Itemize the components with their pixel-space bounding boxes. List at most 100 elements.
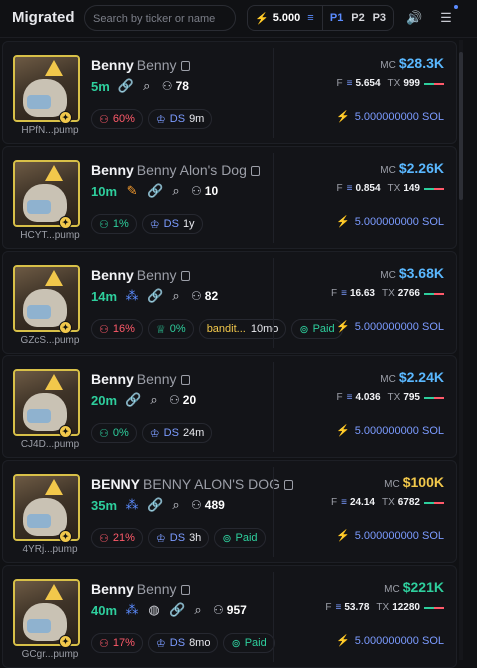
dev-sold-chip[interactable]: ♔ DS 9m bbox=[147, 109, 213, 129]
token-meta-row: 20m 🔗 ⌕ ⚇ 20 bbox=[91, 392, 196, 408]
token-card[interactable]: ✦ GCgr...pump Benny Benny 40m ⁂ ◍ 🔗 ⌕ ⚇ 957 ⚇… bbox=[2, 565, 457, 668]
quick-buy-button[interactable]: ⚡ 5.000000000 SOL bbox=[336, 529, 444, 542]
token-name[interactable]: Benny Benny Alon's Dog bbox=[91, 162, 260, 178]
globe-icon[interactable]: ◍ bbox=[147, 602, 161, 618]
search-icon[interactable]: ⌕ bbox=[169, 288, 183, 304]
top-holder-chip[interactable]: ⚇ 0% bbox=[91, 423, 137, 443]
copy-icon[interactable] bbox=[250, 166, 260, 176]
token-card[interactable]: ✦ 4YRj...pump BENNY BENNY ALON'S DOG 35m … bbox=[2, 460, 457, 563]
token-address[interactable]: HCYT...pump bbox=[15, 230, 85, 241]
token-card[interactable]: ✦ HPfN...pump Benny Benny 5m 🔗 ⌕ ⚇ 78 ⚇ 60% ♔… bbox=[2, 41, 457, 144]
chef-hat-icon: ♔ bbox=[155, 532, 166, 545]
paid-badge[interactable]: ⊚ Paid bbox=[214, 528, 266, 548]
preset-p1-button[interactable]: P1 bbox=[330, 12, 343, 24]
users-group-icon[interactable]: ⁂ bbox=[125, 288, 139, 304]
token-address[interactable]: GZcS...pump bbox=[15, 335, 85, 346]
search-icon[interactable]: ⌕ bbox=[147, 392, 161, 408]
bolt-icon: ⚡ bbox=[335, 321, 350, 333]
token-list: ✦ HPfN...pump Benny Benny 5m 🔗 ⌕ ⚇ 78 ⚇ 60% ♔… bbox=[0, 38, 477, 668]
token-name[interactable]: BENNY BENNY ALON'S DOG bbox=[91, 476, 294, 492]
copy-icon[interactable] bbox=[180, 585, 190, 595]
users-group-icon[interactable]: ⁂ bbox=[125, 497, 139, 513]
token-card[interactable]: ✦ HCYT...pump Benny Benny Alon's Dog 10m … bbox=[2, 146, 457, 249]
buy-sell-ratio-bar bbox=[424, 501, 444, 504]
token-address[interactable]: 4YRj...pump bbox=[15, 544, 85, 555]
search-input[interactable]: Search by ticker or name bbox=[84, 5, 236, 31]
market-cap: MC $3.68K bbox=[380, 265, 444, 281]
divider bbox=[273, 572, 274, 662]
buy-sell-ratio-bar bbox=[424, 396, 444, 399]
paid-badge[interactable]: ⊚ Paid bbox=[223, 633, 275, 653]
dev-sold-chip[interactable]: ♔ DS 24m bbox=[141, 423, 213, 443]
token-name[interactable]: Benny Benny bbox=[91, 267, 190, 283]
quick-buy-button[interactable]: ⚡ 5.000000000 SOL bbox=[336, 634, 444, 647]
token-name[interactable]: Benny Benny bbox=[91, 57, 190, 73]
token-address[interactable]: GCgr...pump bbox=[15, 649, 85, 660]
top-holder-chip[interactable]: ⚇ 1% bbox=[91, 214, 137, 234]
quick-buy-button[interactable]: ⚡ 5.000000000 SOL bbox=[336, 110, 444, 123]
link-icon[interactable]: 🔗 bbox=[125, 392, 141, 408]
holders-count: ⚇ 82 bbox=[191, 289, 219, 303]
sound-icon[interactable]: 🔊 bbox=[406, 10, 422, 26]
top-holder-chip[interactable]: ⚇ 60% bbox=[91, 109, 143, 129]
token-age: 35m bbox=[91, 497, 118, 513]
token-meta-row: 40m ⁂ ◍ 🔗 ⌕ ⚇ 957 bbox=[91, 602, 247, 618]
copy-icon[interactable] bbox=[180, 271, 190, 281]
divider bbox=[273, 362, 274, 452]
token-meta-row: 14m ⁂ 🔗 ⌕ ⚇ 82 bbox=[91, 288, 218, 304]
quick-buy-button[interactable]: ⚡ 5.000000000 SOL bbox=[336, 215, 444, 228]
top-holder-chip[interactable]: ⚇ 21% bbox=[91, 528, 143, 548]
search-icon[interactable]: ⌕ bbox=[191, 602, 205, 618]
link-icon[interactable]: 🔗 bbox=[169, 602, 185, 618]
holders-icon: ⚇ bbox=[191, 498, 202, 512]
copy-icon[interactable] bbox=[284, 480, 294, 490]
token-fullname: Benny bbox=[136, 267, 177, 283]
dev-sold-chip[interactable]: ♔ DS 3h bbox=[147, 528, 210, 548]
users-group-icon[interactable]: ⁂ bbox=[125, 602, 139, 618]
insider-chip[interactable]: ♕ 0% bbox=[147, 319, 194, 339]
token-name[interactable]: Benny Benny bbox=[91, 581, 190, 597]
crown-icon bbox=[45, 584, 63, 600]
buy-sell-ratio-bar bbox=[424, 187, 444, 190]
preset-p3-button[interactable]: P3 bbox=[373, 12, 386, 24]
token-fullname: Benny bbox=[136, 581, 177, 597]
dev-sold-chip[interactable]: ♔ DS 8mo bbox=[147, 633, 219, 653]
pen-icon[interactable]: ✎ bbox=[125, 183, 139, 199]
divider bbox=[273, 48, 274, 138]
preset-switcher: P1 P2 P3 bbox=[322, 5, 394, 31]
search-icon[interactable]: ⌕ bbox=[169, 183, 183, 199]
preset-p2-button[interactable]: P2 bbox=[351, 12, 364, 24]
token-card[interactable]: ✦ CJ4D...pump Benny Benny 20m 🔗 ⌕ ⚇ 20 ⚇ 0% ♔… bbox=[2, 355, 457, 458]
token-meta-row: 5m 🔗 ⌕ ⚇ 78 bbox=[91, 78, 189, 94]
paid-badge[interactable]: ⊚ Paid bbox=[291, 319, 343, 339]
market-cap: MC $2.26K bbox=[380, 160, 444, 176]
search-icon[interactable]: ⌕ bbox=[140, 78, 154, 94]
quick-buy-button[interactable]: ⚡ 5.000000000 SOL bbox=[336, 320, 444, 333]
link-icon[interactable]: 🔗 bbox=[147, 288, 163, 304]
top-holder-chip[interactable]: ⚇ 16% bbox=[91, 319, 143, 339]
copy-icon[interactable] bbox=[180, 375, 190, 385]
token-card[interactable]: ✦ GZcS...pump Benny Benny 14m ⁂ 🔗 ⌕ ⚇ 82 ⚇ 16… bbox=[2, 251, 457, 354]
pump-badge-icon: ✦ bbox=[59, 425, 72, 438]
copy-icon[interactable] bbox=[180, 61, 190, 71]
quick-buy-button[interactable]: ⚡ 5.000000000 SOL bbox=[336, 424, 444, 437]
token-address[interactable]: CJ4D...pump bbox=[15, 439, 85, 450]
sol-amount-value: 5.000 bbox=[272, 12, 301, 24]
search-icon[interactable]: ⌕ bbox=[169, 497, 183, 513]
link-icon[interactable]: 🔗 bbox=[147, 497, 163, 513]
dev-sold-chip[interactable]: ♔ DS 1y bbox=[141, 214, 203, 234]
token-address[interactable]: HPfN...pump bbox=[15, 125, 85, 136]
link-icon[interactable]: 🔗 bbox=[118, 78, 134, 94]
settings-sliders-icon[interactable]: ☰ bbox=[438, 10, 454, 26]
sol-amount-field[interactable]: ⚡ 5.000 ≡ bbox=[247, 5, 323, 31]
paid-icon: ⊚ bbox=[299, 323, 309, 336]
token-name[interactable]: Benny Benny bbox=[91, 371, 190, 387]
top-holder-chip[interactable]: ⚇ 17% bbox=[91, 633, 143, 653]
pump-badge-icon: ✦ bbox=[59, 635, 72, 648]
chef-hat-icon: ♔ bbox=[149, 218, 160, 231]
link-icon[interactable]: 🔗 bbox=[147, 183, 163, 199]
holders-icon: ⚇ bbox=[191, 289, 202, 303]
solana-icon: ≡ bbox=[346, 78, 353, 89]
solana-icon: ≡ bbox=[346, 183, 353, 194]
token-fullname: Benny bbox=[136, 371, 177, 387]
